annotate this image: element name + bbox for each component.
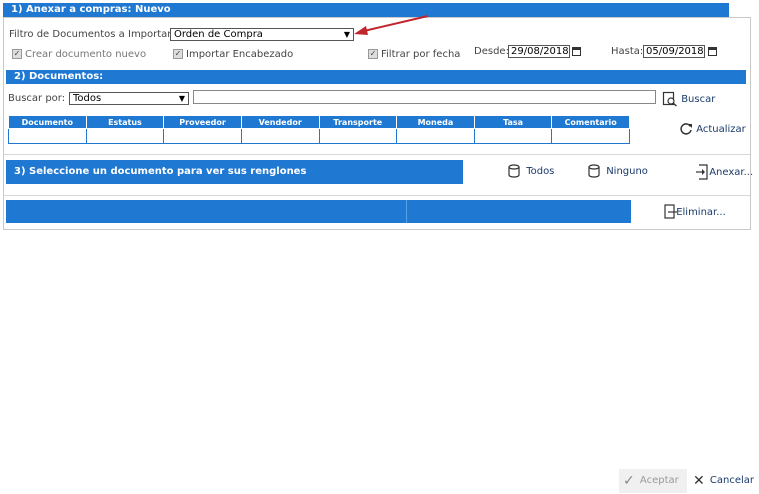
- filter-date-label: Filtrar por fecha: [381, 49, 461, 60]
- chevron-down-icon: ▼: [178, 94, 185, 103]
- table-cell[interactable]: [8, 128, 87, 144]
- delete-button[interactable]: Eliminar...: [664, 204, 726, 220]
- cancel-button[interactable]: ✕ Cancelar: [693, 469, 754, 493]
- checkbox-filter-date[interactable]: ✓: [368, 49, 378, 59]
- accept-button[interactable]: ✓ Aceptar: [619, 469, 687, 493]
- table-row[interactable]: [8, 128, 630, 144]
- table-cell[interactable]: [85, 128, 165, 144]
- column-separator: [406, 200, 407, 223]
- column-header[interactable]: Vendedor: [240, 115, 320, 129]
- rows-header-bar: [6, 200, 631, 223]
- search-by-label: Buscar por:: [8, 93, 66, 104]
- create-doc-checkbox[interactable]: ✓ Crear documento nuevo: [12, 49, 146, 60]
- column-header[interactable]: Comentario: [551, 115, 630, 129]
- filter-date-checkbox[interactable]: ✓ Filtrar por fecha: [368, 49, 460, 60]
- table-cell[interactable]: [473, 128, 553, 144]
- table-header-row: Documento Estatus Proveedor Vendedor Tra…: [8, 115, 630, 129]
- select-none-label: Ninguno: [606, 166, 648, 177]
- divider: [4, 154, 750, 155]
- from-label: Desde:: [474, 46, 509, 57]
- filter-select-value: Orden de Compra: [174, 29, 263, 40]
- section2-title: 2) Documentos:: [14, 71, 104, 82]
- documents-table: Documento Estatus Proveedor Vendedor Tra…: [8, 115, 630, 144]
- refresh-icon: [680, 123, 692, 135]
- select-all-label: Todos: [526, 166, 555, 177]
- annotation-arrow-icon: [354, 15, 429, 35]
- from-date-input[interactable]: 29/08/2018: [508, 45, 570, 58]
- attach-button[interactable]: Anexar...: [696, 164, 753, 180]
- check-icon: ✓: [623, 473, 635, 489]
- column-header[interactable]: Estatus: [85, 115, 165, 129]
- column-header[interactable]: Tasa: [473, 115, 553, 129]
- attach-icon: [696, 164, 708, 180]
- checkbox-create-doc[interactable]: ✓: [12, 49, 22, 59]
- table-cell[interactable]: [163, 128, 242, 144]
- search-icon: [662, 91, 677, 107]
- column-header[interactable]: Moneda: [396, 115, 475, 129]
- import-header-checkbox[interactable]: ✓ Importar Encabezado: [173, 49, 293, 60]
- create-doc-label: Crear documento nuevo: [25, 49, 147, 60]
- column-header[interactable]: Proveedor: [163, 115, 242, 129]
- section1-title: 1) Anexar a compras: Nuevo: [11, 4, 171, 15]
- refresh-button[interactable]: Actualizar: [679, 122, 746, 136]
- table-cell[interactable]: [318, 128, 398, 144]
- search-by-value: Todos: [73, 93, 102, 104]
- calendar-icon[interactable]: [572, 47, 581, 56]
- divider: [4, 195, 750, 196]
- search-input[interactable]: [193, 90, 656, 104]
- calendar-icon[interactable]: [708, 47, 717, 56]
- section3-header: 3) Seleccione un documento para ver sus …: [6, 160, 463, 184]
- select-none-button[interactable]: Ninguno: [588, 164, 648, 178]
- to-label: Hasta:: [611, 46, 644, 57]
- from-date-value: 29/08/2018: [511, 46, 569, 57]
- table-cell[interactable]: [396, 128, 475, 144]
- section2-header: 2) Documentos:: [6, 70, 746, 84]
- delete-button-label: Eliminar...: [676, 207, 726, 218]
- table-cell[interactable]: [551, 128, 630, 144]
- search-by-select[interactable]: Todos ▼: [69, 92, 189, 105]
- search-button-label: Buscar: [681, 94, 716, 105]
- to-date-input[interactable]: 05/09/2018: [643, 45, 705, 58]
- table-cell[interactable]: [240, 128, 320, 144]
- section3-title: 3) Seleccione un documento para ver sus …: [14, 166, 307, 177]
- database-icon: [508, 164, 520, 178]
- filter-label: Filtro de Documentos a Importar:: [9, 29, 175, 40]
- database-icon: [588, 164, 600, 178]
- to-date-value: 05/09/2018: [646, 46, 704, 57]
- column-header[interactable]: Documento: [8, 115, 87, 129]
- column-header[interactable]: Transporte: [318, 115, 398, 129]
- select-all-button[interactable]: Todos: [508, 164, 554, 178]
- search-button[interactable]: Buscar: [662, 91, 715, 107]
- import-header-label: Importar Encabezado: [186, 49, 294, 60]
- cancel-button-label: Cancelar: [709, 475, 755, 486]
- filter-select[interactable]: Orden de Compra ▼: [170, 28, 354, 41]
- accept-button-label: Aceptar: [639, 475, 679, 486]
- refresh-button-label: Actualizar: [696, 124, 746, 135]
- attach-button-label: Anexar...: [709, 167, 754, 178]
- close-icon: ✕: [693, 473, 705, 489]
- checkbox-import-header[interactable]: ✓: [173, 49, 183, 59]
